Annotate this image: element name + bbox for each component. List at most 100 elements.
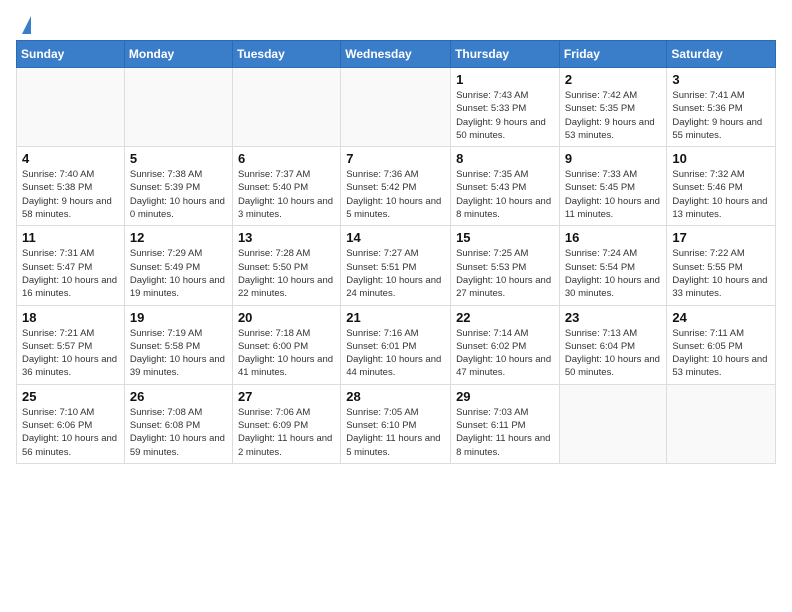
day-number: 18 — [22, 310, 119, 325]
weekday-header-monday: Monday — [124, 41, 232, 68]
day-number: 13 — [238, 230, 335, 245]
weekday-header-thursday: Thursday — [451, 41, 560, 68]
weekday-header-saturday: Saturday — [667, 41, 776, 68]
day-info: Sunrise: 7:31 AM Sunset: 5:47 PM Dayligh… — [22, 247, 119, 300]
calendar-week-row: 1 Sunrise: 7:43 AM Sunset: 5:33 PM Daylig… — [17, 68, 776, 147]
logo-triangle-icon — [22, 16, 31, 34]
calendar-day-27: 27Sunrise: 7:06 AM Sunset: 6:09 PM Dayli… — [232, 384, 340, 463]
day-info: Sunrise: 7:08 AM Sunset: 6:08 PM Dayligh… — [130, 406, 227, 459]
calendar-week-row: 25 Sunrise: 7:10 AM Sunset: 6:06 PM Dayli… — [17, 384, 776, 463]
logo — [16, 16, 31, 30]
day-number: 22 — [456, 310, 554, 325]
day-number: 21 — [346, 310, 445, 325]
calendar-day-15: 15 Sunrise: 7:25 AM Sunset: 5:53 PM Dayli… — [451, 226, 560, 305]
day-number: 7 — [346, 151, 445, 166]
day-info: Sunrise: 7:19 AM Sunset: 5:58 PM Dayligh… — [130, 327, 227, 380]
day-info: Sunrise: 7:35 AM Sunset: 5:43 PM Dayligh… — [456, 168, 554, 221]
day-number: 4 — [22, 151, 119, 166]
calendar-day-21: 21 Sunrise: 7:16 AM Sunset: 6:01 PM Dayli… — [341, 305, 451, 384]
day-info: Sunrise: 7:29 AM Sunset: 5:49 PM Dayligh… — [130, 247, 227, 300]
day-number: 14 — [346, 230, 445, 245]
day-number: 26 — [130, 389, 227, 404]
day-info: Sunrise: 7:24 AM Sunset: 5:54 PM Dayligh… — [565, 247, 662, 300]
weekday-header-friday: Friday — [559, 41, 667, 68]
day-info: Sunrise: 7:11 AM Sunset: 6:05 PM Dayligh… — [672, 327, 770, 380]
day-number: 17 — [672, 230, 770, 245]
calendar-day-7: 7Sunrise: 7:36 AM Sunset: 5:42 PM Daylig… — [341, 147, 451, 226]
day-info: Sunrise: 7:41 AM Sunset: 5:36 PM Dayligh… — [672, 89, 770, 142]
calendar-day-18: 18Sunrise: 7:21 AM Sunset: 5:57 PM Dayli… — [17, 305, 125, 384]
day-number: 23 — [565, 310, 662, 325]
day-info: Sunrise: 7:03 AM Sunset: 6:11 PM Dayligh… — [456, 406, 554, 459]
day-info: Sunrise: 7:27 AM Sunset: 5:51 PM Dayligh… — [346, 247, 445, 300]
day-info: Sunrise: 7:38 AM Sunset: 5:39 PM Dayligh… — [130, 168, 227, 221]
calendar-day-25: 25 Sunrise: 7:10 AM Sunset: 6:06 PM Dayli… — [17, 384, 125, 463]
day-info: Sunrise: 7:16 AM Sunset: 6:01 PM Dayligh… — [346, 327, 445, 380]
day-number: 11 — [22, 230, 119, 245]
day-number: 25 — [22, 389, 119, 404]
calendar-day-8: 8 Sunrise: 7:35 AM Sunset: 5:43 PM Daylig… — [451, 147, 560, 226]
weekday-header-tuesday: Tuesday — [232, 41, 340, 68]
calendar-day-22: 22 Sunrise: 7:14 AM Sunset: 6:02 PM Dayli… — [451, 305, 560, 384]
day-info: Sunrise: 7:37 AM Sunset: 5:40 PM Dayligh… — [238, 168, 335, 221]
day-info: Sunrise: 7:05 AM Sunset: 6:10 PM Dayligh… — [346, 406, 445, 459]
day-number: 15 — [456, 230, 554, 245]
calendar-day-23: 23 Sunrise: 7:13 AM Sunset: 6:04 PM Dayli… — [559, 305, 667, 384]
day-number: 12 — [130, 230, 227, 245]
calendar-day-29: 29 Sunrise: 7:03 AM Sunset: 6:11 PM Dayli… — [451, 384, 560, 463]
calendar-day-9: 9 Sunrise: 7:33 AM Sunset: 5:45 PM Daylig… — [559, 147, 667, 226]
day-info: Sunrise: 7:42 AM Sunset: 5:35 PM Dayligh… — [565, 89, 662, 142]
calendar-day-28: 28 Sunrise: 7:05 AM Sunset: 6:10 PM Dayli… — [341, 384, 451, 463]
calendar-day-20: 20 Sunrise: 7:18 AM Sunset: 6:00 PM Dayli… — [232, 305, 340, 384]
weekday-header-sunday: Sunday — [17, 41, 125, 68]
calendar-day-17: 17Sunrise: 7:22 AM Sunset: 5:55 PM Dayli… — [667, 226, 776, 305]
day-number: 6 — [238, 151, 335, 166]
calendar-day-10: 10Sunrise: 7:32 AM Sunset: 5:46 PM Dayli… — [667, 147, 776, 226]
day-number: 28 — [346, 389, 445, 404]
calendar-day-6: 6 Sunrise: 7:37 AM Sunset: 5:40 PM Daylig… — [232, 147, 340, 226]
day-number: 3 — [672, 72, 770, 87]
day-info: Sunrise: 7:28 AM Sunset: 5:50 PM Dayligh… — [238, 247, 335, 300]
day-number: 8 — [456, 151, 554, 166]
calendar-day-5: 5 Sunrise: 7:38 AM Sunset: 5:39 PM Daylig… — [124, 147, 232, 226]
day-number: 10 — [672, 151, 770, 166]
calendar-day-12: 12 Sunrise: 7:29 AM Sunset: 5:49 PM Dayli… — [124, 226, 232, 305]
day-number: 27 — [238, 389, 335, 404]
calendar-day-2: 2Sunrise: 7:42 AM Sunset: 5:35 PM Daylig… — [559, 68, 667, 147]
calendar-day-empty — [341, 68, 451, 147]
day-info: Sunrise: 7:10 AM Sunset: 6:06 PM Dayligh… — [22, 406, 119, 459]
day-info: Sunrise: 7:13 AM Sunset: 6:04 PM Dayligh… — [565, 327, 662, 380]
day-number: 20 — [238, 310, 335, 325]
day-number: 29 — [456, 389, 554, 404]
calendar-day-14: 14 Sunrise: 7:27 AM Sunset: 5:51 PM Dayli… — [341, 226, 451, 305]
day-number: 16 — [565, 230, 662, 245]
calendar-week-row: 11 Sunrise: 7:31 AM Sunset: 5:47 PM Dayli… — [17, 226, 776, 305]
calendar-week-row: 18Sunrise: 7:21 AM Sunset: 5:57 PM Dayli… — [17, 305, 776, 384]
calendar-day-24: 24 Sunrise: 7:11 AM Sunset: 6:05 PM Dayli… — [667, 305, 776, 384]
weekday-header-row: SundayMondayTuesdayWednesdayThursdayFrid… — [17, 41, 776, 68]
day-info: Sunrise: 7:14 AM Sunset: 6:02 PM Dayligh… — [456, 327, 554, 380]
day-info: Sunrise: 7:43 AM Sunset: 5:33 PM Dayligh… — [456, 89, 554, 142]
day-number: 19 — [130, 310, 227, 325]
day-info: Sunrise: 7:40 AM Sunset: 5:38 PM Dayligh… — [22, 168, 119, 221]
day-info: Sunrise: 7:18 AM Sunset: 6:00 PM Dayligh… — [238, 327, 335, 380]
calendar-week-row: 4 Sunrise: 7:40 AM Sunset: 5:38 PM Daylig… — [17, 147, 776, 226]
day-number: 9 — [565, 151, 662, 166]
calendar-day-empty — [232, 68, 340, 147]
calendar-day-4: 4 Sunrise: 7:40 AM Sunset: 5:38 PM Daylig… — [17, 147, 125, 226]
day-number: 5 — [130, 151, 227, 166]
page-header — [16, 16, 776, 30]
calendar-table: SundayMondayTuesdayWednesdayThursdayFrid… — [16, 40, 776, 464]
calendar-day-empty — [17, 68, 125, 147]
calendar-day-26: 26 Sunrise: 7:08 AM Sunset: 6:08 PM Dayli… — [124, 384, 232, 463]
calendar-day-13: 13 Sunrise: 7:28 AM Sunset: 5:50 PM Dayli… — [232, 226, 340, 305]
day-info: Sunrise: 7:25 AM Sunset: 5:53 PM Dayligh… — [456, 247, 554, 300]
calendar-day-empty — [124, 68, 232, 147]
weekday-header-wednesday: Wednesday — [341, 41, 451, 68]
calendar-day-19: 19 Sunrise: 7:19 AM Sunset: 5:58 PM Dayli… — [124, 305, 232, 384]
day-number: 24 — [672, 310, 770, 325]
calendar-day-empty — [667, 384, 776, 463]
calendar-day-3: 3 Sunrise: 7:41 AM Sunset: 5:36 PM Daylig… — [667, 68, 776, 147]
day-number: 1 — [456, 72, 554, 87]
day-info: Sunrise: 7:33 AM Sunset: 5:45 PM Dayligh… — [565, 168, 662, 221]
